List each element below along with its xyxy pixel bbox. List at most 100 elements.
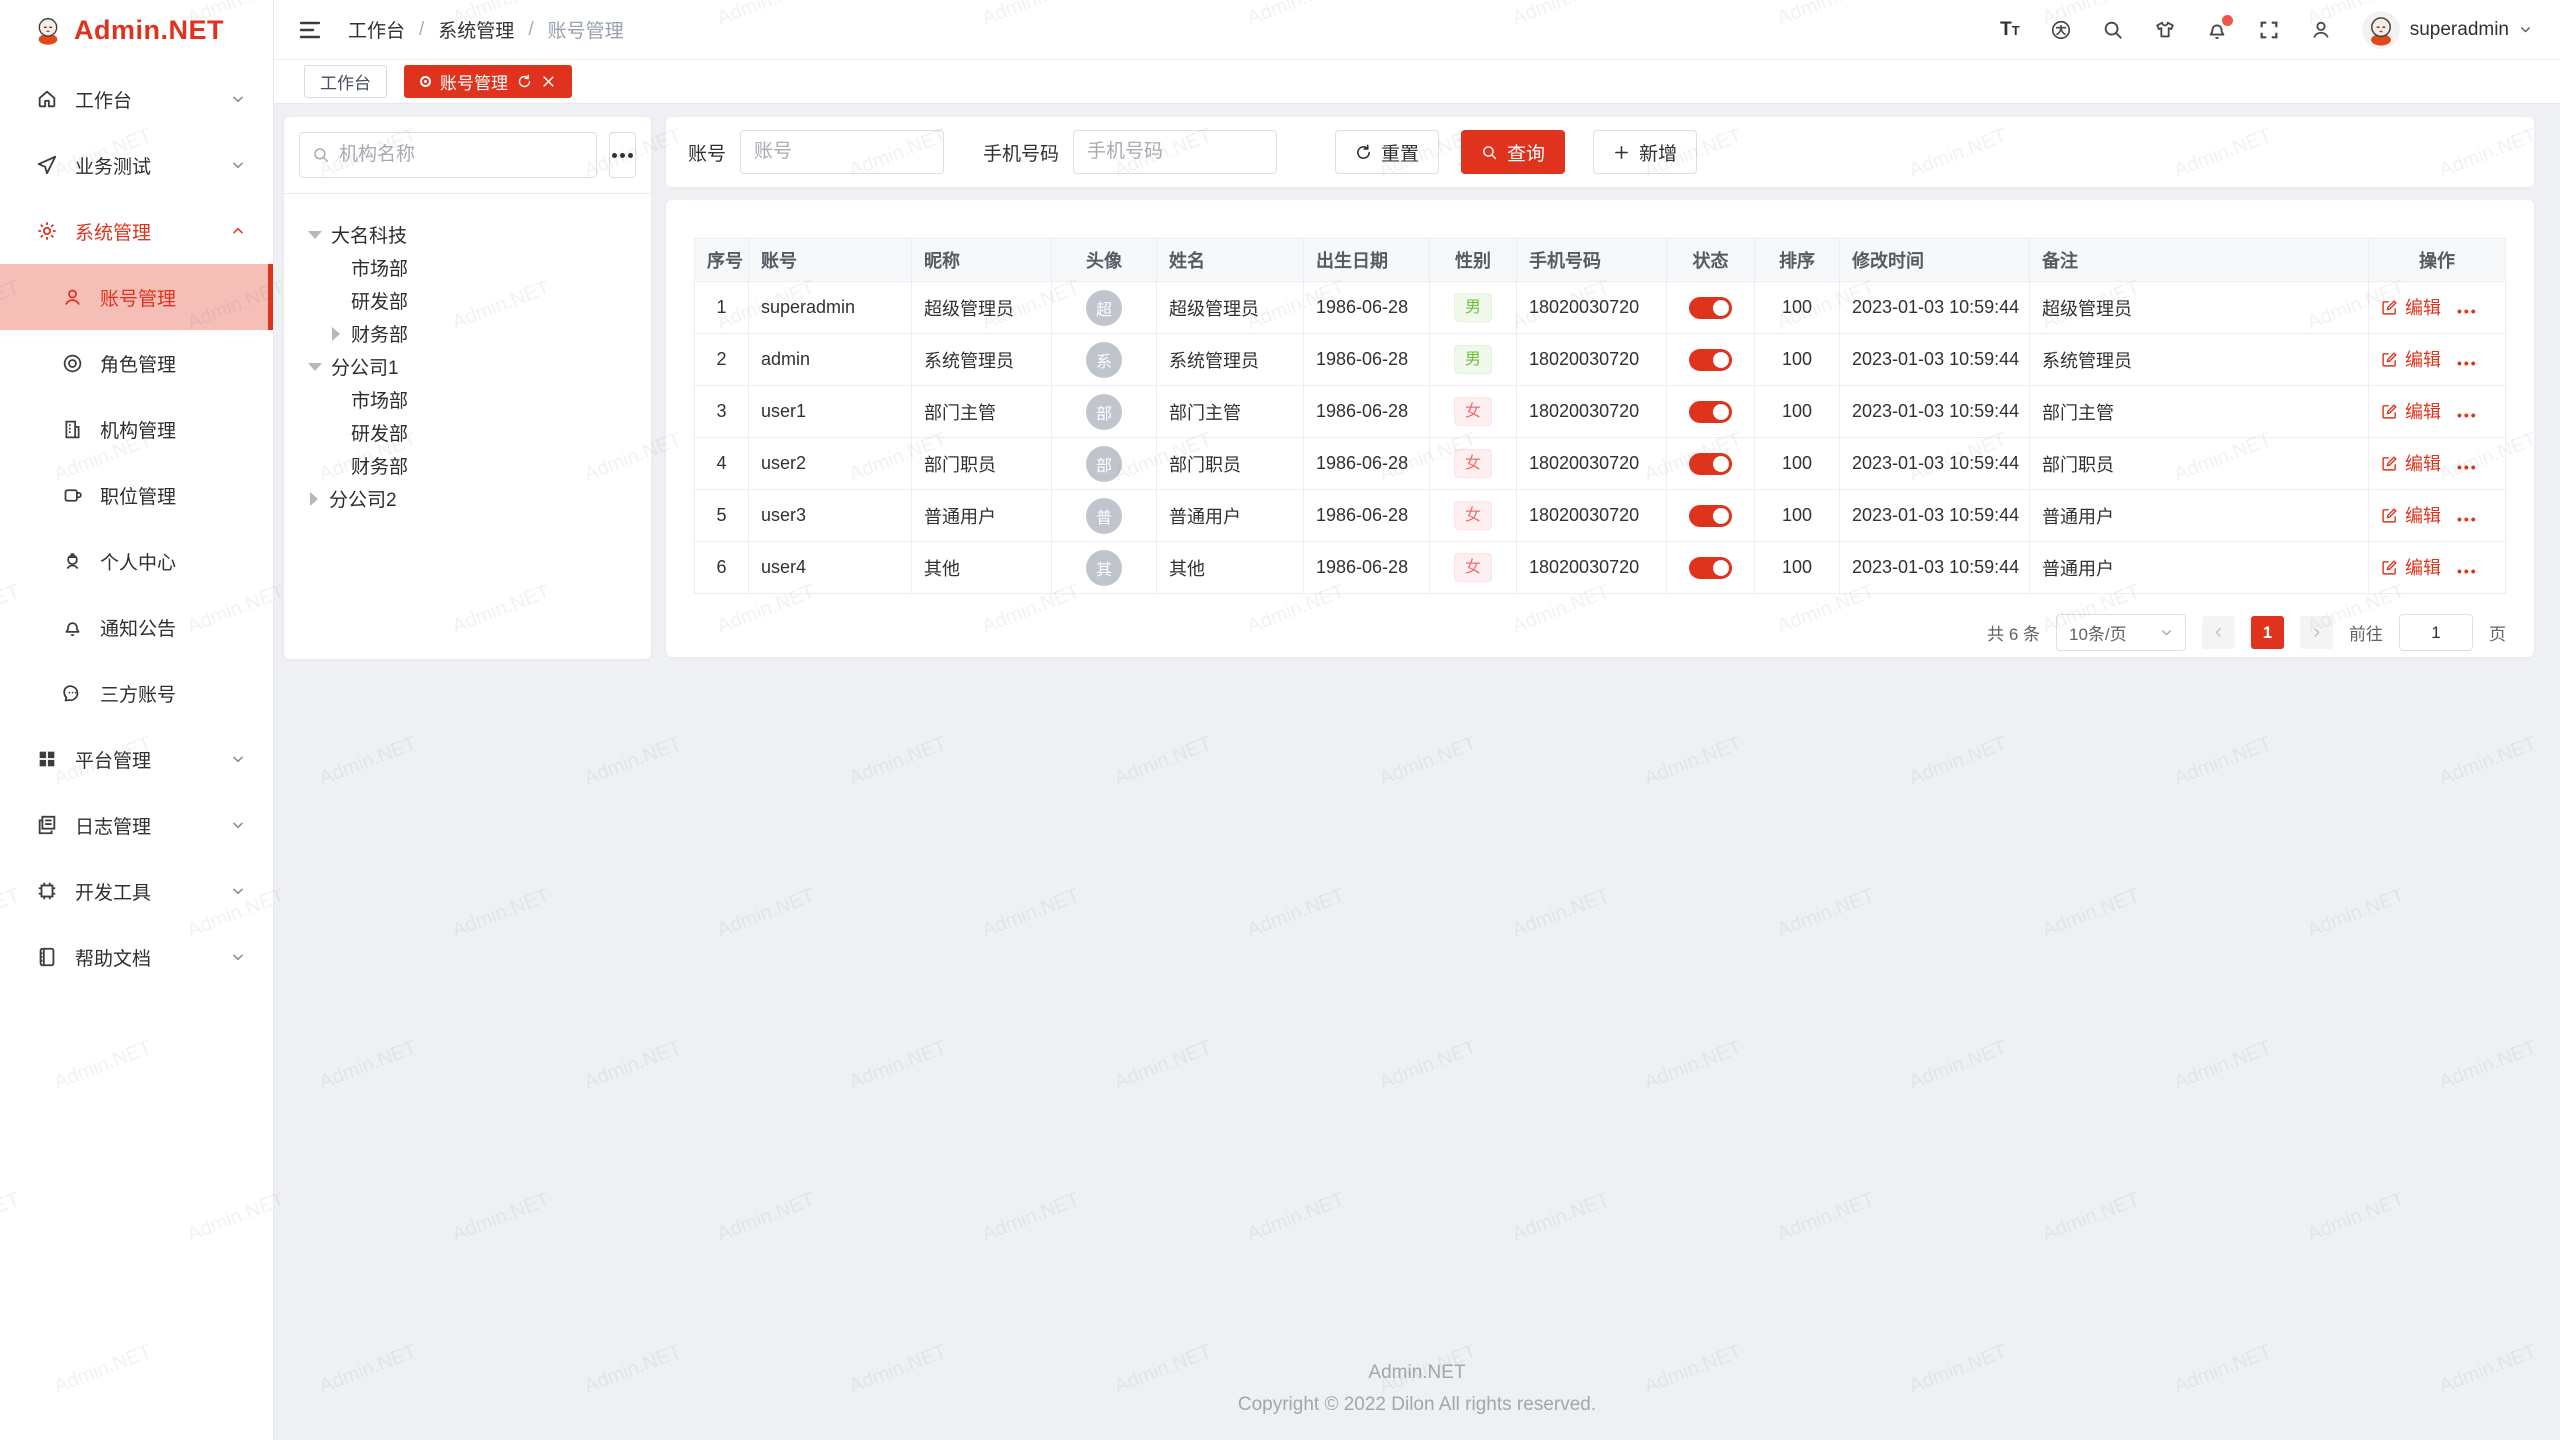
add-button[interactable]: 新增 [1593,130,1697,174]
user-menu[interactable]: superadmin [2362,11,2532,49]
tree-node-dept[interactable]: 财务部 [292,449,643,482]
caret-down-icon[interactable] [308,231,322,239]
table-row: 1 superadmin 超级管理员 超 超级管理员 1986-06-28 男 … [695,282,2506,334]
sidebar-item-system-management[interactable]: 系统管理 [0,198,273,264]
sidebar-item-role-management[interactable]: 角色管理 [0,330,273,396]
language-icon[interactable] [2050,19,2072,41]
status-toggle[interactable] [1689,505,1732,527]
cell-phone: 18020030720 [1517,386,1667,438]
sidebar-item-log-management[interactable]: 日志管理 [0,792,273,858]
tab-refresh-icon[interactable] [517,74,532,89]
caret-down-icon[interactable] [308,363,322,371]
sidebar-item-label: 账号管理 [100,284,176,311]
prev-page-button[interactable] [2202,616,2235,649]
tree-node-branch1[interactable]: 分公司1 [292,350,643,383]
fullscreen-icon[interactable] [2258,19,2280,41]
row-avatar: 其 [1086,550,1122,586]
edit-button[interactable]: 编辑 [2381,398,2441,424]
edit-icon [2381,507,2398,524]
edit-button[interactable]: 编辑 [2381,346,2441,372]
phone-filter-input[interactable] [1073,130,1277,174]
sidebar-item-dev-tools[interactable]: 开发工具 [0,858,273,924]
row-more-button[interactable]: ••• [2457,407,2478,423]
sidebar-item-platform-management[interactable]: 平台管理 [0,726,273,792]
sidebar-item-position-management[interactable]: 职位管理 [0,462,273,528]
tree-node-dept[interactable]: 市场部 [292,383,643,416]
tree-node-company[interactable]: 大名科技 [292,218,643,251]
row-more-button[interactable]: ••• [2457,303,2478,319]
tree-node-dept[interactable]: 研发部 [292,284,643,317]
row-avatar: 普 [1086,498,1122,534]
notification-bell-icon[interactable] [2206,19,2228,41]
sidebar-item-workbench[interactable]: 工作台 [0,66,273,132]
logo[interactable]: Admin.NET [0,0,273,60]
cell-status [1667,542,1755,594]
top-header: 工作台 / 系统管理 / 账号管理 TT superadmin [274,0,2560,60]
edit-button[interactable]: 编辑 [2381,554,2441,580]
cell-nickname: 超级管理员 [912,282,1052,334]
sidebar-item-third-party-account[interactable]: 三方账号 [0,660,273,726]
caret-right-icon[interactable] [310,492,320,506]
sidebar-item-label: 开发工具 [75,878,151,905]
accounts-table: 序号 账号 昵称 头像 姓名 出生日期 性别 手机号码 状态 排序 修改时间 [694,238,2506,594]
tab-account-management[interactable]: 账号管理 [404,65,572,98]
status-toggle[interactable] [1689,349,1732,371]
account-filter-input[interactable] [740,130,944,174]
search-icon[interactable] [2102,19,2124,41]
row-more-button[interactable]: ••• [2457,563,2478,579]
cell-index: 3 [695,386,749,438]
cell-name: 普通用户 [1157,490,1304,542]
row-more-button[interactable]: ••• [2457,459,2478,475]
status-toggle[interactable] [1689,557,1732,579]
sidebar-item-business-test[interactable]: 业务测试 [0,132,273,198]
sidebar-item-label: 帮助文档 [75,944,151,971]
footer-brand: Admin.NET [274,1362,2560,1384]
org-search-input[interactable] [339,144,584,166]
tree-node-dept[interactable]: 市场部 [292,251,643,284]
row-more-button[interactable]: ••• [2457,511,2478,527]
status-toggle[interactable] [1689,401,1732,423]
row-more-button[interactable]: ••• [2457,355,2478,371]
breadcrumb-item-system[interactable]: 系统管理 [438,16,514,43]
sidebar-item-account-management[interactable]: 账号管理 [0,264,273,330]
tab-workbench[interactable]: 工作台 [304,65,387,98]
theme-shirt-icon[interactable] [2154,19,2176,41]
font-size-icon[interactable]: TT [2000,19,2020,41]
breadcrumb-item-workbench[interactable]: 工作台 [348,16,405,43]
tab-bar: 工作台 账号管理 [274,60,2560,104]
cell-nickname: 其他 [912,542,1052,594]
cell-name: 部门职员 [1157,438,1304,490]
edit-button[interactable]: 编辑 [2381,294,2441,320]
query-button[interactable]: 查询 [1461,130,1565,174]
notification-badge [2222,15,2233,26]
cell-gender: 女 [1430,490,1517,542]
cell-birth: 1986-06-28 [1304,282,1430,334]
page-number-button[interactable]: 1 [2251,616,2284,649]
tab-close-icon[interactable] [541,74,556,89]
tree-node-dept[interactable]: 研发部 [292,416,643,449]
sidebar-item-notice[interactable]: 通知公告 [0,594,273,660]
next-page-button[interactable] [2300,616,2333,649]
tree-more-button[interactable] [609,132,636,178]
sidebar-item-personal-center[interactable]: 个人中心 [0,528,273,594]
tree-node-branch2[interactable]: 分公司2 [292,482,643,515]
hamburger-icon[interactable] [298,18,322,42]
goto-page-input[interactable] [2399,614,2473,651]
page-size-select[interactable]: 10条/页 [2056,614,2186,651]
tree-node-dept[interactable]: 财务部 [292,317,643,350]
sidebar-item-help-docs[interactable]: 帮助文档 [0,924,273,990]
edit-icon [2381,403,2398,420]
status-toggle[interactable] [1689,297,1732,319]
col-name: 姓名 [1157,239,1304,282]
sidebar-item-org-management[interactable]: 机构管理 [0,396,273,462]
caret-right-icon[interactable] [332,327,342,341]
status-toggle[interactable] [1689,453,1732,475]
person-icon[interactable] [2310,19,2332,41]
col-gender: 性别 [1430,239,1517,282]
reset-button[interactable]: 重置 [1335,130,1439,174]
edit-button[interactable]: 编辑 [2381,502,2441,528]
cell-phone: 18020030720 [1517,438,1667,490]
sidebar-item-label: 平台管理 [75,746,151,773]
edit-button[interactable]: 编辑 [2381,450,2441,476]
cell-account: user2 [749,438,912,490]
